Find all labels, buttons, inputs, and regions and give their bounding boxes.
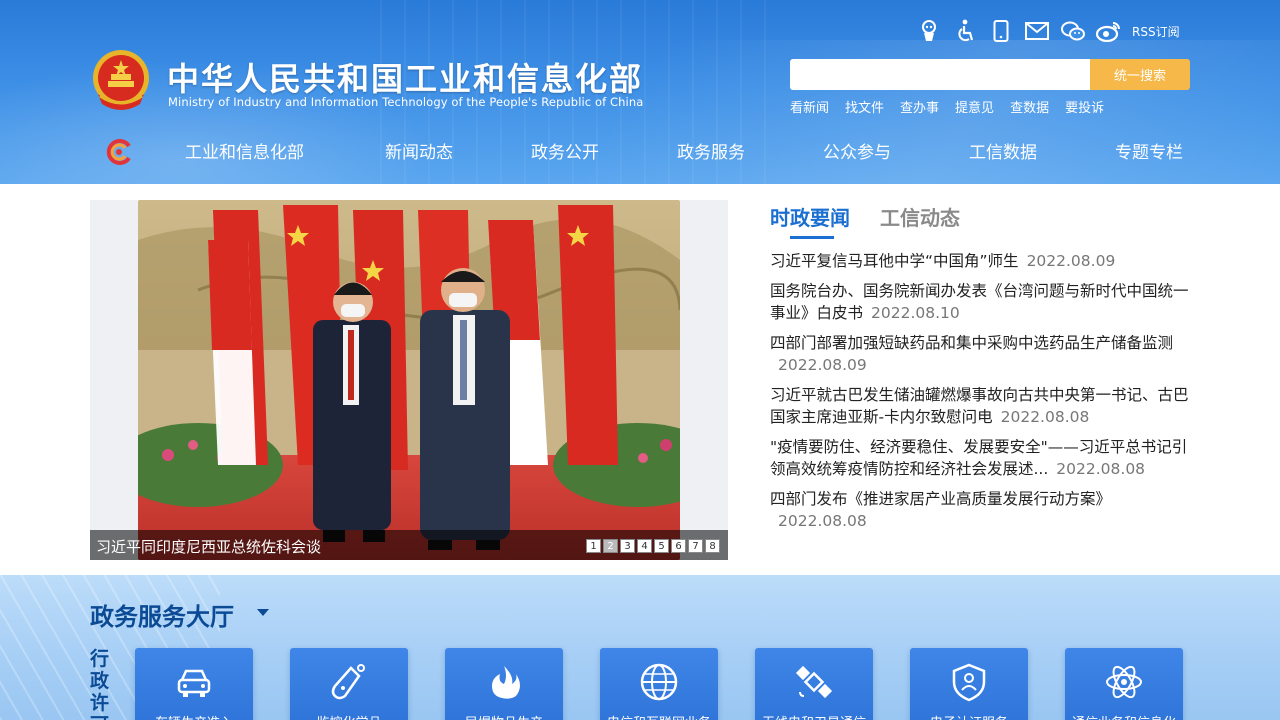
- slider-photo[interactable]: [138, 200, 680, 560]
- tab-political-news[interactable]: 时政要闻: [770, 202, 850, 231]
- service-card-label: 无线电和卫星通信: [755, 712, 873, 720]
- service-card-label: 电子认证服务: [910, 712, 1028, 720]
- nav-item-government-affairs[interactable]: 政务公开: [531, 138, 599, 163]
- service-card-chemicals[interactable]: 监控化学品: [290, 648, 408, 720]
- news-list: 习近平复信马耳他中学“中国角”师生 2022.08.09 国务院台办、国务院新闻办…: [770, 250, 1190, 540]
- quick-link-feedback[interactable]: 提意见: [955, 97, 994, 116]
- news-date: 2022.08.08: [1000, 408, 1090, 426]
- slider-page-2[interactable]: 2: [603, 539, 618, 553]
- site-title[interactable]: 中华人民共和国工业和信息化部: [167, 54, 643, 100]
- car-icon: [177, 669, 211, 697]
- search-button[interactable]: 统一搜索: [1090, 59, 1190, 90]
- news-title[interactable]: 四部门发布《推进家居产业高质量发展行动方案》: [770, 490, 1111, 508]
- quick-link-data[interactable]: 查数据: [1010, 97, 1049, 116]
- news-date: 2022.08.08: [778, 512, 867, 530]
- quick-link-news[interactable]: 看新闻: [790, 97, 829, 116]
- news-item[interactable]: 四部门发布《推进家居产业高质量发展行动方案》 2022.08.08: [770, 488, 1190, 532]
- quick-link-documents[interactable]: 找文件: [845, 97, 884, 116]
- news-title[interactable]: 习近平就古巴发生储油罐燃爆事故向古共中央第一书记、古巴国家主席迪亚斯-卡内尔致慰…: [770, 386, 1189, 426]
- quick-link-complaints[interactable]: 要投诉: [1065, 97, 1104, 116]
- shield-user-icon: [952, 663, 986, 702]
- search-input[interactable]: [790, 59, 1090, 90]
- news-item[interactable]: 习近平复信马耳他中学“中国角”师生 2022.08.09: [770, 250, 1190, 272]
- service-card-explosives[interactable]: 民爆物品生产: [445, 648, 563, 720]
- robot-assistant-icon[interactable]: [916, 18, 942, 44]
- active-tab-indicator: [790, 236, 834, 239]
- news-item[interactable]: 习近平就古巴发生储油罐燃爆事故向古共中央第一书记、古巴国家主席迪亚斯-卡内尔致慰…: [770, 384, 1190, 428]
- ministry-swirl-logo-icon[interactable]: [105, 138, 133, 166]
- slider-caption-bar: 习近平同印度尼西亚总统佐科会谈 1 2 3 4 5 6 7 8: [90, 530, 728, 560]
- news-date: 2022.08.09: [778, 356, 867, 374]
- quick-link-services[interactable]: 查办事: [900, 97, 939, 116]
- slider-page-4[interactable]: 4: [637, 539, 652, 553]
- news-photo-slider[interactable]: 习近平同印度尼西亚总统佐科会谈 1 2 3 4 5 6 7 8: [90, 200, 728, 560]
- mobile-icon[interactable]: [988, 18, 1014, 44]
- slider-page-3[interactable]: 3: [620, 539, 635, 553]
- tab-industry-news[interactable]: 工信动态: [880, 202, 960, 231]
- service-card-label: 监控化学品: [290, 712, 408, 720]
- service-hall-title[interactable]: 政务服务大厅: [90, 597, 234, 632]
- service-card-telecom[interactable]: 电信和互联网业务: [600, 648, 718, 720]
- service-card-e-certification[interactable]: 电子认证服务: [910, 648, 1028, 720]
- main-navigation: 工业和信息化部 新闻动态 政务公开 政务服务 公众参与 工信数据 专题专栏: [150, 138, 1190, 168]
- service-card-vehicle[interactable]: 车辆生产准入: [135, 648, 253, 720]
- news-item[interactable]: 四部门部署加强短缺药品和集中采购中选药品生产储备监测 2022.08.09: [770, 332, 1190, 376]
- globe-icon: [640, 663, 678, 701]
- weibo-icon[interactable]: [1096, 18, 1122, 44]
- news-title[interactable]: 四部门部署加强短缺药品和集中采购中选药品生产储备监测: [770, 334, 1173, 352]
- chevron-down-icon[interactable]: [257, 609, 269, 616]
- slider-page-6[interactable]: 6: [671, 539, 686, 553]
- slider-caption[interactable]: 习近平同印度尼西亚总统佐科会谈: [96, 536, 321, 557]
- service-card-radio-satellite[interactable]: 无线电和卫星通信: [755, 648, 873, 720]
- site-header: 中华人民共和国工业和信息化部 Ministry of Industry and …: [0, 0, 1280, 184]
- satellite-icon: [795, 665, 833, 699]
- service-card-communications[interactable]: 通信业务和信息化: [1065, 648, 1183, 720]
- nav-item-news[interactable]: 新闻动态: [385, 138, 453, 163]
- nav-item-services[interactable]: 政务服务: [677, 138, 745, 163]
- accessibility-icon[interactable]: [952, 18, 978, 44]
- service-card-label: 车辆生产准入: [135, 712, 253, 720]
- slider-pager: 1 2 3 4 5 6 7 8: [586, 539, 722, 553]
- slider-page-8[interactable]: 8: [705, 539, 720, 553]
- service-card-label: 电信和互联网业务: [600, 712, 718, 720]
- mail-icon[interactable]: [1024, 18, 1050, 44]
- nav-item-data[interactable]: 工信数据: [969, 138, 1037, 163]
- nav-item-public-participation[interactable]: 公众参与: [823, 138, 891, 163]
- rss-subscribe-link[interactable]: RSS订阅: [1132, 23, 1180, 40]
- news-item[interactable]: "疫情要防住、经济要稳住、发展要安全"——习近平总书记引领高效统筹疫情防控和经济…: [770, 436, 1190, 480]
- news-title[interactable]: 习近平复信马耳他中学“中国角”师生: [770, 252, 1019, 270]
- quick-links: 看新闻 找文件 查办事 提意见 查数据 要投诉: [790, 97, 1120, 116]
- news-date: 2022.08.08: [1056, 460, 1146, 478]
- chemistry-flask-icon: [331, 664, 365, 700]
- slider-page-1[interactable]: 1: [586, 539, 601, 553]
- national-emblem-logo[interactable]: [90, 48, 152, 114]
- slider-page-5[interactable]: 5: [654, 539, 669, 553]
- atom-icon: [1106, 665, 1142, 699]
- wechat-icon[interactable]: [1060, 18, 1086, 44]
- news-date: 2022.08.09: [1026, 252, 1116, 270]
- slider-page-7[interactable]: 7: [688, 539, 703, 553]
- service-card-label: 通信业务和信息化: [1065, 712, 1183, 720]
- news-title[interactable]: 国务院台办、国务院新闻办发表《台湾问题与新时代中国统一事业》白皮书: [770, 282, 1189, 322]
- top-toolbar: RSS订阅: [916, 16, 1180, 46]
- administrative-license-label: 行政许可: [90, 648, 110, 720]
- nav-item-ministry[interactable]: 工业和信息化部: [185, 138, 304, 163]
- site-title-english: Ministry of Industry and Information Tec…: [168, 95, 644, 109]
- service-card-label: 民爆物品生产: [445, 712, 563, 720]
- news-item[interactable]: 国务院台办、国务院新闻办发表《台湾问题与新时代中国统一事业》白皮书 2022.08…: [770, 280, 1190, 324]
- service-hall-section: 政务服务大厅 行政许可 车辆生产准入 监控化学品 民爆物品生产: [0, 575, 1280, 720]
- news-date: 2022.08.10: [871, 304, 960, 322]
- fire-icon: [492, 666, 520, 699]
- nav-item-special-topics[interactable]: 专题专栏: [1115, 138, 1183, 163]
